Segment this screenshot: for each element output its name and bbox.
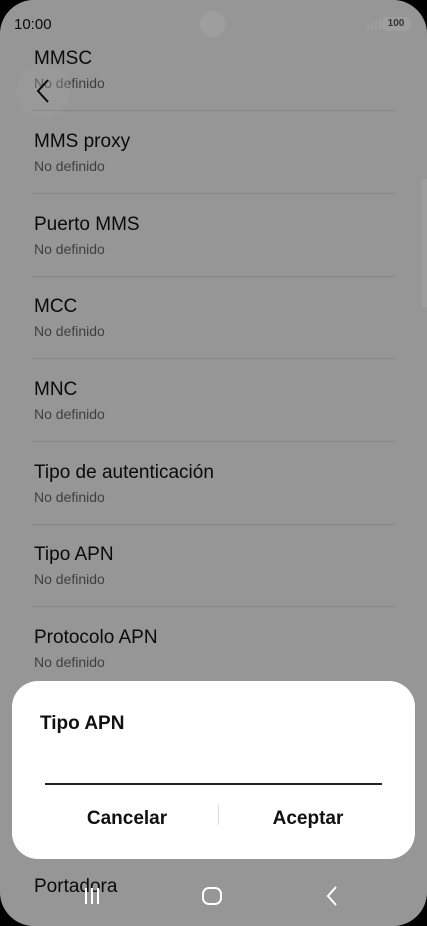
screen: 10:00 100 MMSC No definido MMS proxy No … [0, 0, 427, 926]
nav-back-icon [326, 886, 337, 906]
cancel-button[interactable]: Cancelar [32, 797, 222, 841]
navigation-bar [0, 866, 427, 926]
home-icon [202, 887, 222, 905]
home-button[interactable] [192, 876, 232, 916]
accept-button[interactable]: Aceptar [213, 797, 403, 841]
apn-type-dialog: Tipo APN Cancelar Aceptar [12, 681, 415, 859]
dialog-title: Tipo APN [40, 713, 125, 734]
recents-icon [85, 888, 99, 904]
nav-back-button[interactable] [312, 876, 352, 916]
apn-type-input[interactable] [45, 761, 382, 785]
recents-button[interactable] [72, 876, 112, 916]
